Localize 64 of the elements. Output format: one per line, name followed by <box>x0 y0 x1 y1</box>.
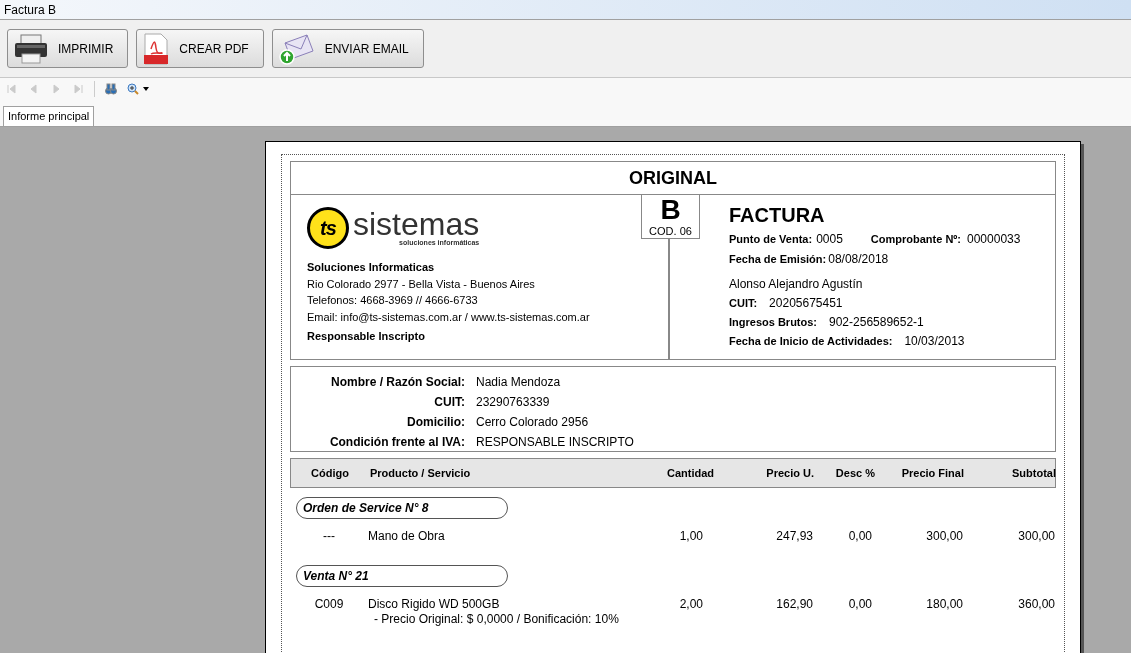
printer-button[interactable]: IMPRIMIR <box>7 29 129 68</box>
field-label: Domicilio: <box>406 414 465 431</box>
field-label: Condición frente al IVA: <box>328 434 465 451</box>
field-value: 23290763339 <box>476 394 550 411</box>
document-title: FACTURA <box>729 203 826 227</box>
field-label: Fecha de Emisión: <box>729 252 827 267</box>
table-cell-text: C009 <box>313 596 345 613</box>
company-info-line: Telefonos: 4668-3969 // 4666-6733 <box>307 293 479 308</box>
table-cell-text: 300,00 <box>1017 528 1056 545</box>
binoculars-icon[interactable] <box>105 83 117 95</box>
report-tab[interactable]: Informe principal <box>3 106 95 126</box>
field-value: Cerro Colorado 2956 <box>476 414 589 431</box>
table-cell-text: 0,00 <box>847 596 873 613</box>
company-info-line: Email: info@ts-sistemas.com.ar / www.ts-sistemas.com.ar <box>307 309 591 325</box>
column-header: Precio U. <box>765 465 814 481</box>
table-cell-text: Disco Rigido WD 500GB <box>368 596 501 613</box>
table-cell-text: 300,00 <box>925 528 963 545</box>
table-cell-text: 1,00 <box>678 528 704 545</box>
window-title: Factura B <box>4 1 57 19</box>
column-header: Código <box>310 465 350 481</box>
table-cell-text: 162,90 <box>775 596 813 613</box>
issuer-name: Alonso Alejandro Agustín <box>729 276 864 293</box>
column-header: Producto / Servicio <box>369 465 472 481</box>
item-note: - Precio Original: $ 0,0000 / Bonificación: 10% <box>374 613 620 626</box>
field-value: 08/08/2018 <box>828 251 889 268</box>
column-header: Precio Final <box>900 465 964 481</box>
table-cell-text: --- <box>322 528 336 545</box>
table-cell-text: 0,00 <box>847 528 873 545</box>
field-value: RESPONSABLE INSCRIPTO <box>476 434 634 451</box>
field-label: CUIT: <box>729 296 758 311</box>
zoom-in-icon[interactable] <box>127 83 149 95</box>
table-cell-text: 180,00 <box>925 596 963 613</box>
field-label: Punto de Venta: <box>729 232 813 247</box>
logo-mark: ts <box>307 207 349 249</box>
company-info-line: Rio Colorado 2977 - Bella Vista - Buenos Aires <box>307 276 536 292</box>
pdf-button[interactable]: CREAR PDF <box>136 29 264 68</box>
pdf-file-icon <box>143 32 170 65</box>
column-header: Subtotal <box>1011 465 1057 481</box>
invoice-letter: B <box>660 195 681 225</box>
tax-status: Responsable Inscripto <box>307 329 426 344</box>
printer-icon <box>14 33 48 64</box>
column-header: Desc % <box>834 465 875 481</box>
field-label: Fecha de Inicio de Actividades: <box>729 334 893 349</box>
field-value: Nadia Mendoza <box>476 374 561 391</box>
envelope-icon <box>278 32 315 65</box>
field-value: 00000033 <box>967 231 1021 248</box>
field-value: 20205675451 <box>769 295 843 312</box>
table-cell-text: 2,00 <box>678 596 704 613</box>
column-header: Cantidad <box>665 465 714 481</box>
field-label: Nombre / Razón Social: <box>329 374 465 391</box>
field-label: Ingresos Brutos: <box>729 315 817 330</box>
invoice-code: COD. 06 <box>649 225 692 237</box>
table-cell-text: 360,00 <box>1017 596 1056 613</box>
field-value: 902-256589652-1 <box>829 314 924 331</box>
field-label: Comprobante Nº: <box>870 232 961 247</box>
table-cell-text: 247,93 <box>775 528 813 545</box>
table-cell-text: Mano de Obra <box>368 528 446 545</box>
logo-name: sistemas <box>353 209 480 239</box>
email-button[interactable]: ENVIAR EMAIL <box>271 29 424 68</box>
field-value: 10/03/2013 <box>904 333 965 350</box>
field-label: CUIT: <box>433 394 465 411</box>
field-value: 0005 <box>816 231 843 248</box>
copy-label: ORIGINAL <box>629 166 717 190</box>
company-name: Soluciones Informaticas <box>307 260 436 275</box>
